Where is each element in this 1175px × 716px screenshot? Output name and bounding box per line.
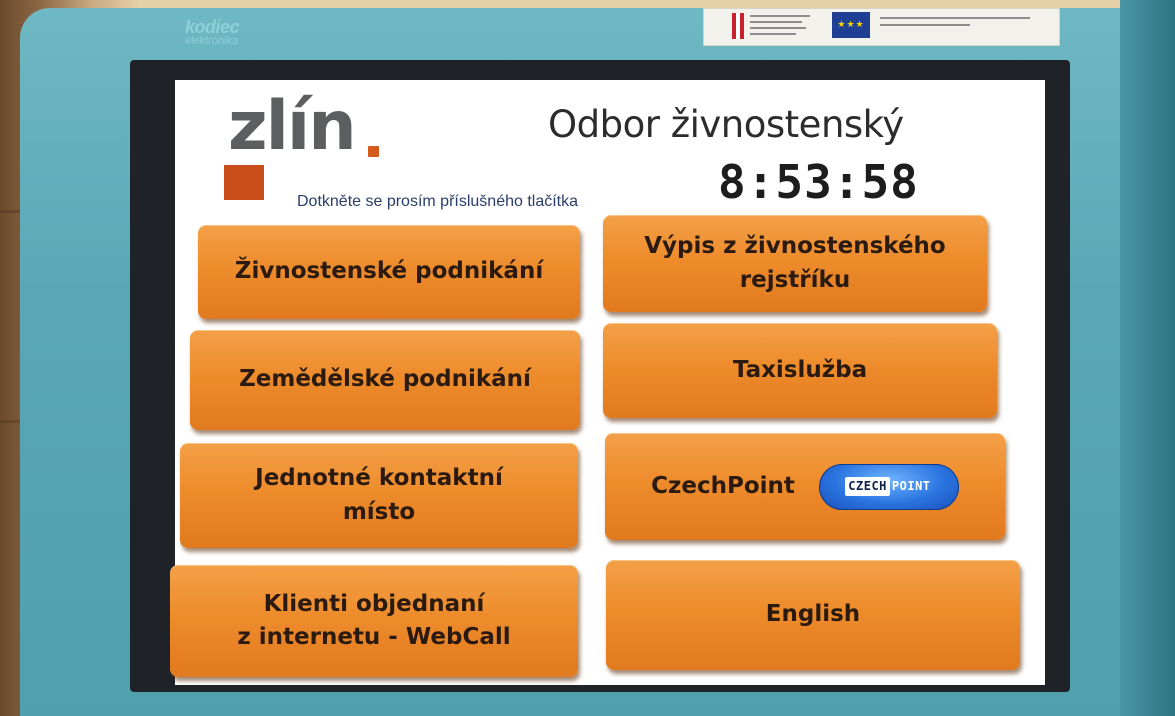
clock: 8:53:58 [718,155,919,209]
eu-funding-sticker: ★★★ [703,8,1060,46]
button-label: Zemědělské podnikání [239,366,531,393]
taxi-service-button[interactable]: Taxislužba [603,323,997,418]
city-logo-dot [368,146,379,157]
button-label: Výpis z živnostenského [644,233,946,260]
button-label: Klienti objednaní [263,590,485,617]
webcall-clients-button[interactable]: Klienti objednaní z internetu - WebCall [170,565,578,677]
button-label: rejstříku [739,266,851,293]
button-label: místo [342,498,416,525]
city-logo-wordmark: zlín [228,87,357,166]
trade-register-extract-button[interactable]: Výpis z živnostenského rejstříku [603,215,987,312]
button-label: English [765,601,861,628]
operational-programme-logo [732,13,744,39]
manufacturer-logo: kodiec elektronika [185,17,240,47]
button-label: Jednotné kontaktní [255,465,503,492]
czechpoint-button[interactable]: CzechPoint CZECH POINT [605,433,1005,540]
button-label: Živnostenské podnikání [234,258,544,285]
trade-business-button[interactable]: Živnostenské podnikání [198,225,580,319]
single-contact-point-button[interactable]: Jednotné kontaktní místo [180,443,578,548]
czechpoint-logo-icon: CZECH POINT [818,463,959,510]
agricultural-business-button[interactable]: Zemědělské podnikání [190,330,580,430]
manufacturer-name: kodiec [185,17,240,37]
manufacturer-tagline: elektronika [185,35,239,47]
kiosk-side-panel [1120,0,1175,716]
instruction-text: Dotkněte se prosím příslušného tlačítka [297,193,579,210]
eu-flag-icon: ★★★ [832,12,870,38]
english-button[interactable]: English [606,560,1020,670]
city-logo-square [224,165,264,200]
button-label: CzechPoint [651,472,795,499]
department-title: Odbor živnostenský [548,103,904,146]
button-label: z internetu - WebCall [237,624,511,650]
button-label: Taxislužba [732,356,868,383]
